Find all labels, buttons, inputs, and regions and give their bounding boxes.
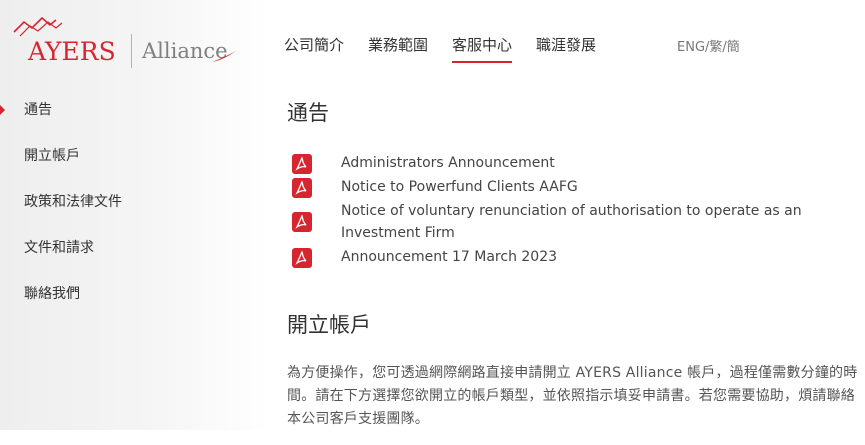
sidebar-item-notices[interactable]: 通告 <box>0 95 270 141</box>
notice-title: Administrators Announcement <box>341 155 555 171</box>
pdf-icon <box>292 248 312 268</box>
brand-logo[interactable]: AYERS Alliance <box>12 14 236 74</box>
notice-title: Notice of voluntary renunciation of auth… <box>341 203 802 241</box>
notice-title: Announcement 17 March 2023 <box>341 249 558 265</box>
top-navigation: 公司簡介 業務範圍 客服中心 職涯發展 <box>284 34 620 63</box>
sidebar-item-contact[interactable]: 聯絡我們 <box>0 279 270 325</box>
notice-title: Notice to Powerfund Clients AAFG <box>341 179 578 195</box>
sidebar-item-label: 政策和法律文件 <box>24 194 122 210</box>
nav-item-business[interactable]: 業務範圍 <box>368 34 428 56</box>
sidebar-item-label: 文件和請求 <box>24 240 94 256</box>
nav-item-company[interactable]: 公司簡介 <box>284 34 344 56</box>
sidebar-item-label: 開立帳戶 <box>24 148 80 164</box>
logo-divider <box>131 34 132 68</box>
sidebar-menu: 通告 開立帳戶 政策和法律文件 文件和請求 聯絡我們 <box>0 95 270 325</box>
nav-item-customer-service[interactable]: 客服中心 <box>452 34 513 63</box>
sidebar-item-documents[interactable]: 文件和請求 <box>0 233 270 279</box>
language-switcher[interactable]: ENG/繁/簡 <box>677 36 740 55</box>
notice-item[interactable]: Administrators Announcement <box>287 152 862 174</box>
pdf-icon <box>292 212 312 232</box>
sidebar-item-label: 通告 <box>24 102 52 118</box>
open-account-title: 開立帳戶 <box>287 313 371 337</box>
main-content: 通告 Administrators Announcement Notice to… <box>287 96 862 445</box>
notice-list: Administrators Announcement Notice to Po… <box>287 152 862 268</box>
open-account-description: 為方便操作，您可透過網際網路直接申請開立 AYERS Alliance 帳戶，過… <box>287 365 858 427</box>
sidebar-item-open-account[interactable]: 開立帳戶 <box>0 141 270 187</box>
sidebar-item-policies[interactable]: 政策和法律文件 <box>0 187 270 233</box>
sidebar-item-label: 聯絡我們 <box>24 286 80 302</box>
nav-item-careers[interactable]: 職涯發展 <box>536 34 596 56</box>
notice-item[interactable]: Announcement 17 March 2023 <box>287 246 862 268</box>
notices-title: 通告 <box>287 101 329 125</box>
brand-name-left: AYERS <box>28 37 116 66</box>
active-marker-icon <box>0 105 5 115</box>
pdf-icon <box>292 154 312 174</box>
notice-item[interactable]: Notice of voluntary renunciation of auth… <box>287 200 862 244</box>
swoosh-icon <box>212 51 236 62</box>
notice-item[interactable]: Notice to Powerfund Clients AAFG <box>287 176 862 198</box>
pdf-icon <box>292 178 312 198</box>
